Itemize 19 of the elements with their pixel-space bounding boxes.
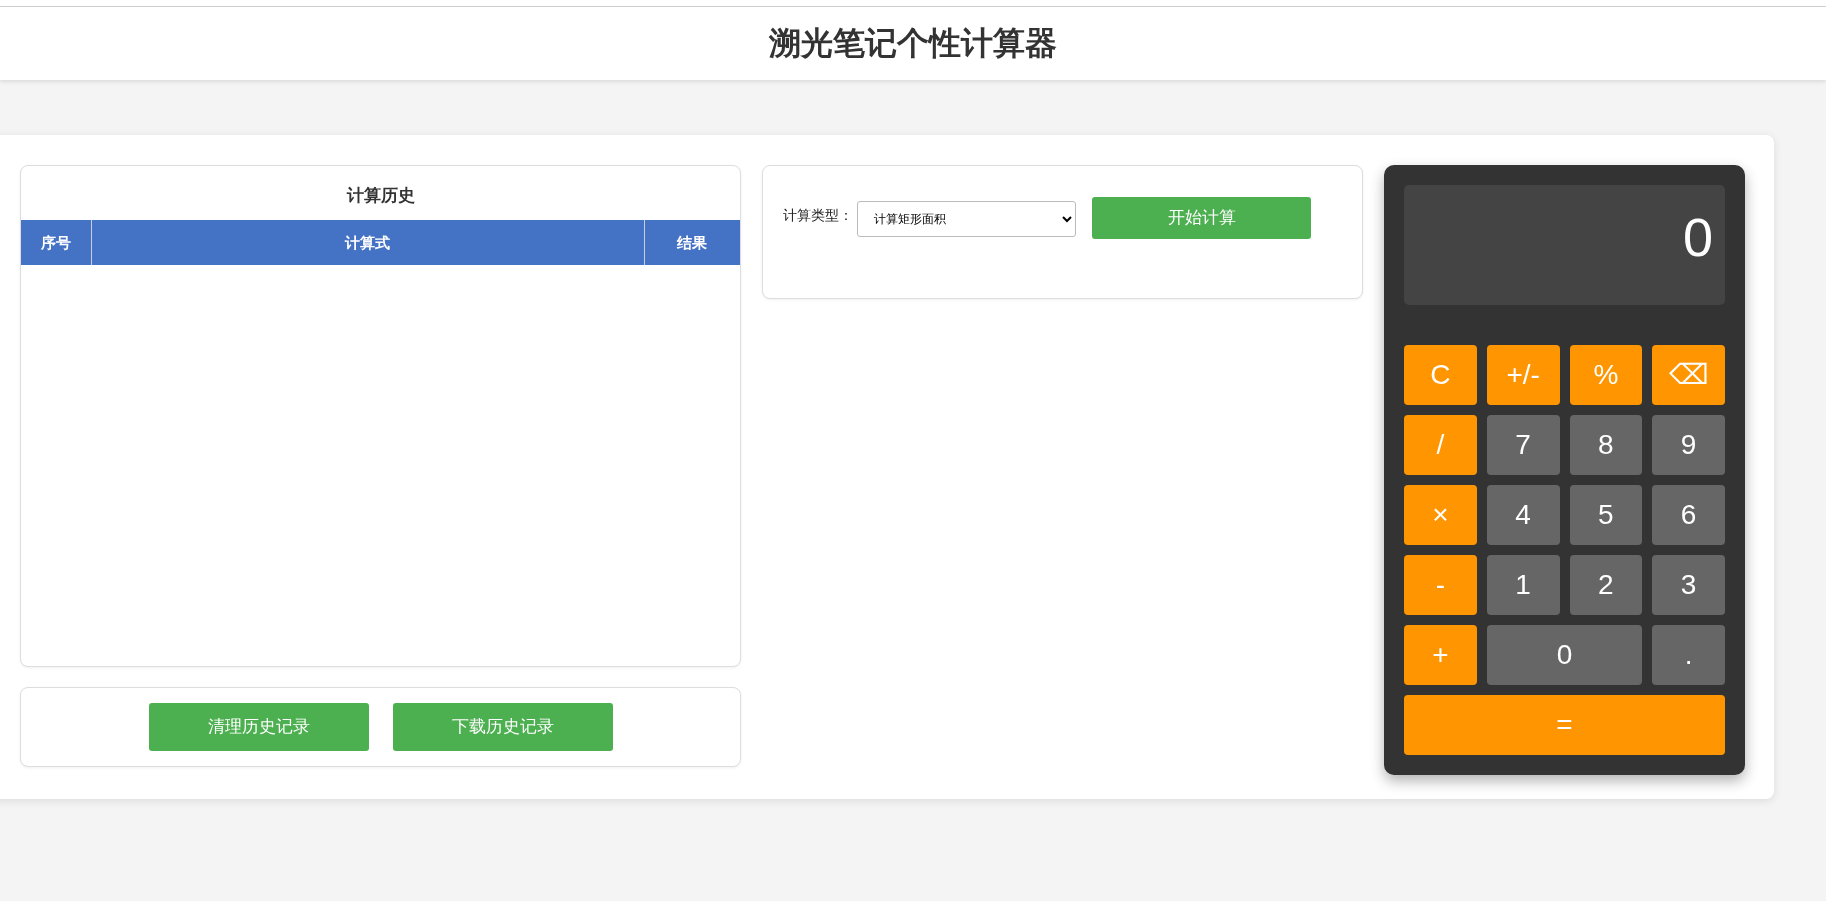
digit-key[interactable]: 5 (1569, 485, 1643, 545)
digit-key[interactable]: 9 (1652, 415, 1725, 475)
calc-type-select[interactable]: 计算矩形面积 (857, 201, 1076, 237)
column-header: 序号 (21, 220, 91, 266)
digit-key[interactable]: 2 (1569, 555, 1643, 615)
digit-key[interactable]: 3 (1652, 555, 1725, 615)
digit-key[interactable]: 6 (1652, 485, 1725, 545)
digit-key[interactable]: 0 (1486, 625, 1643, 685)
digit-key[interactable]: 1 (1486, 555, 1560, 615)
column-header: 计算式 (91, 220, 644, 266)
calculator-display: 0 (1404, 185, 1725, 305)
calc-type-label: 计算类型： (783, 206, 853, 225)
digit-key[interactable]: 4 (1486, 485, 1560, 545)
digit-key[interactable]: 7 (1486, 415, 1560, 475)
digit-key[interactable]: . (1652, 625, 1725, 685)
page-title: 溯光笔记个性计算器 (769, 24, 1057, 63)
digit-key[interactable]: 8 (1569, 415, 1643, 475)
column-header: 结果 (644, 220, 740, 266)
history-title: 计算历史 (345, 185, 416, 207)
